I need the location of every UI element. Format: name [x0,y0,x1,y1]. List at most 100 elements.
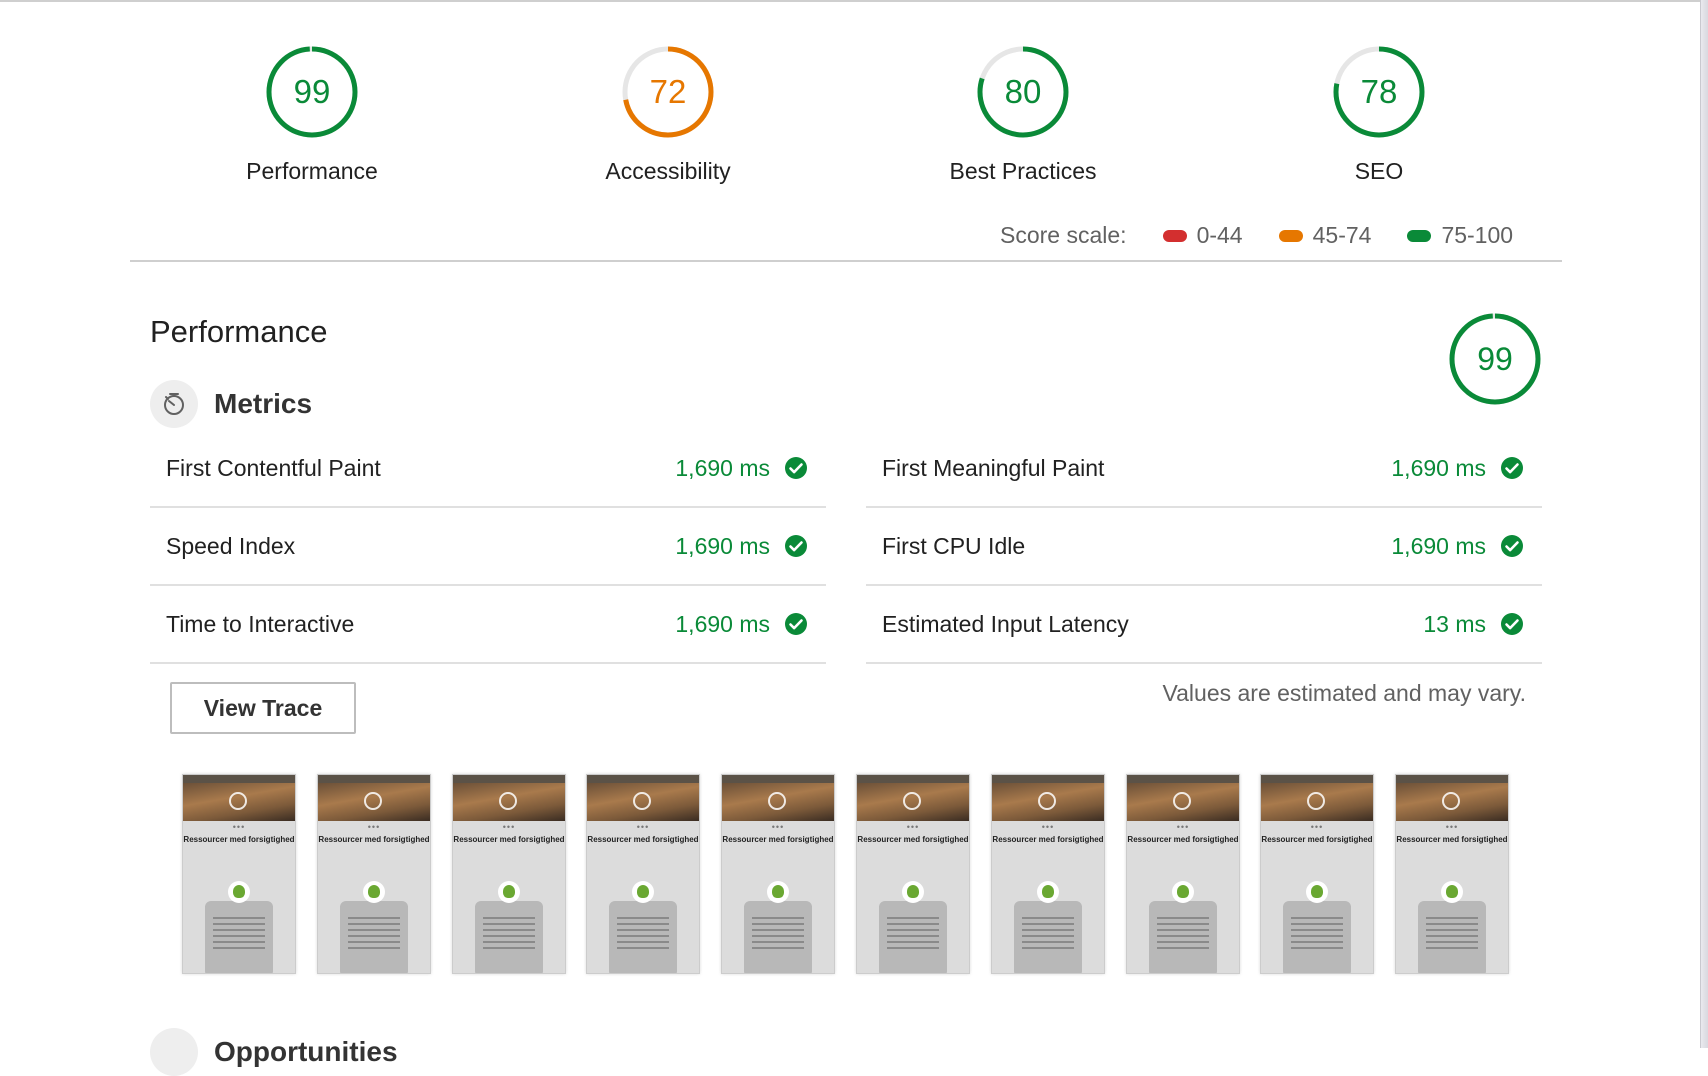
frame-hero-image [1396,783,1508,821]
frame-title: Ressourcer med forsigtighed [1396,835,1508,844]
fail-swatch-icon [1162,229,1187,242]
metric-value: 1,690 ms [1391,454,1486,481]
view-trace-button[interactable]: View Trace [170,682,356,734]
metric-value: 1,690 ms [1391,532,1486,559]
scale-range: 0-44 [1196,222,1243,248]
check-circle-icon [785,457,807,479]
score-scale-label: Score scale: [1000,222,1127,248]
frame-title: Ressourcer med forsigtighed [587,835,699,844]
logo-icon [229,792,247,810]
frame-hero-image [722,783,834,821]
metric-first-meaningful-paint: First Meaningful Paint 1,690 ms [866,430,1542,508]
frame-header [992,775,1104,783]
frame-hero-image [1261,783,1373,821]
filmstrip-frame: ••• Ressourcer med forsigtighed [1395,774,1509,974]
gauge-ring: 72 [620,44,716,140]
tree-icon [632,881,654,903]
metric-time-to-interactive: Time to Interactive 1,690 ms [150,586,826,664]
metric-speed-index: Speed Index 1,690 ms [150,508,826,586]
filmstrip-frame: ••• Ressourcer med forsigtighed [452,774,566,974]
metric-label: Estimated Input Latency [882,610,1129,637]
gauge-score: 78 [1360,73,1398,110]
metric-first-contentful-paint: First Contentful Paint 1,690 ms [150,430,826,508]
opportunities-icon [150,1028,198,1076]
frame-title: Ressourcer med forsigtighed [722,835,834,844]
dots-icon: ••• [1445,822,1459,832]
frame-text-lines [617,917,669,953]
gauge-score: 99 [293,73,331,110]
metric-label: First Contentful Paint [166,454,381,481]
logo-icon [1038,792,1056,810]
tree-icon [1037,881,1059,903]
check-circle-icon [1501,613,1523,635]
frame-text-lines [213,917,265,953]
average-swatch-icon [1278,229,1303,242]
gauge-performance[interactable]: 99 Performance [237,44,387,185]
logo-icon [768,792,786,810]
frame-header [1396,775,1508,783]
tree-icon [902,881,924,903]
check-circle-icon [1501,535,1523,557]
metric-value: 13 ms [1423,610,1486,637]
frame-header [1261,775,1373,783]
tree-icon [228,881,250,903]
performance-score-gauge: 99 [1447,311,1543,407]
frame-header [1127,775,1239,783]
window-scrollbar[interactable] [1700,0,1708,1048]
frame-hero-image [992,783,1104,821]
filmstrip-frame: ••• Ressourcer med forsigtighed [182,774,296,974]
filmstrip-frame: ••• Ressourcer med forsigtighed [856,774,970,974]
scale-range: 45-74 [1312,222,1372,248]
gauge-score: 80 [1004,73,1042,110]
logo-icon [1307,792,1325,810]
top-border [0,0,1708,2]
frame-header [453,775,565,783]
gauge-best-practices[interactable]: 80 Best Practices [948,44,1098,185]
frame-hero-image [318,783,430,821]
frame-text-lines [483,917,535,953]
gauge-label: SEO [1354,158,1404,184]
metric-value: 1,690 ms [675,610,770,637]
dots-icon: ••• [1310,822,1324,832]
metric-label: Speed Index [166,532,296,559]
score-scale-legend: Score scale: 0-44 45-74 75-100 [1000,222,1513,249]
frame-title: Ressourcer med forsigtighed [992,835,1104,844]
dots-icon: ••• [1041,822,1055,832]
logo-icon [364,792,382,810]
filmstrip-frame: ••• Ressourcer med forsigtighed [1126,774,1240,974]
dots-icon: ••• [232,822,246,832]
check-circle-icon [1501,457,1523,479]
logo-icon [499,792,517,810]
logo-icon [1173,792,1191,810]
tree-icon [498,881,520,903]
gauge-label: Performance [246,158,378,184]
filmstrip-frame: ••• Ressourcer med forsigtighed [1260,774,1374,974]
gauge-seo[interactable]: 78 SEO [1304,44,1454,185]
frame-header [587,775,699,783]
check-circle-icon [785,535,807,557]
dots-icon: ••• [906,822,920,832]
tree-icon [363,881,385,903]
frame-header [318,775,430,783]
frame-hero-image [1127,783,1239,821]
opportunities-title: Opportunities [214,1036,398,1067]
metric-label: First CPU Idle [882,532,1026,559]
frame-title: Ressourcer med forsigtighed [183,835,295,844]
logo-icon [903,792,921,810]
frame-header [183,775,295,783]
gauge-score: 72 [649,73,687,110]
metric-first-cpu-idle: First CPU Idle 1,690 ms [866,508,1542,586]
frame-header [722,775,834,783]
gauge-accessibility[interactable]: 72 Accessibility [593,44,743,185]
frame-text-lines [1157,917,1209,953]
logo-icon [1442,792,1460,810]
metric-label: Time to Interactive [166,610,355,637]
metric-value: 1,690 ms [675,532,770,559]
filmstrip-frame: ••• Ressourcer med forsigtighed [991,774,1105,974]
gauge-ring: 78 [1331,44,1427,140]
tree-icon [1441,881,1463,903]
logo-icon [633,792,651,810]
tree-icon [767,881,789,903]
filmstrip-frame: ••• Ressourcer med forsigtighed [317,774,431,974]
frame-title: Ressourcer med forsigtighed [1127,835,1239,844]
